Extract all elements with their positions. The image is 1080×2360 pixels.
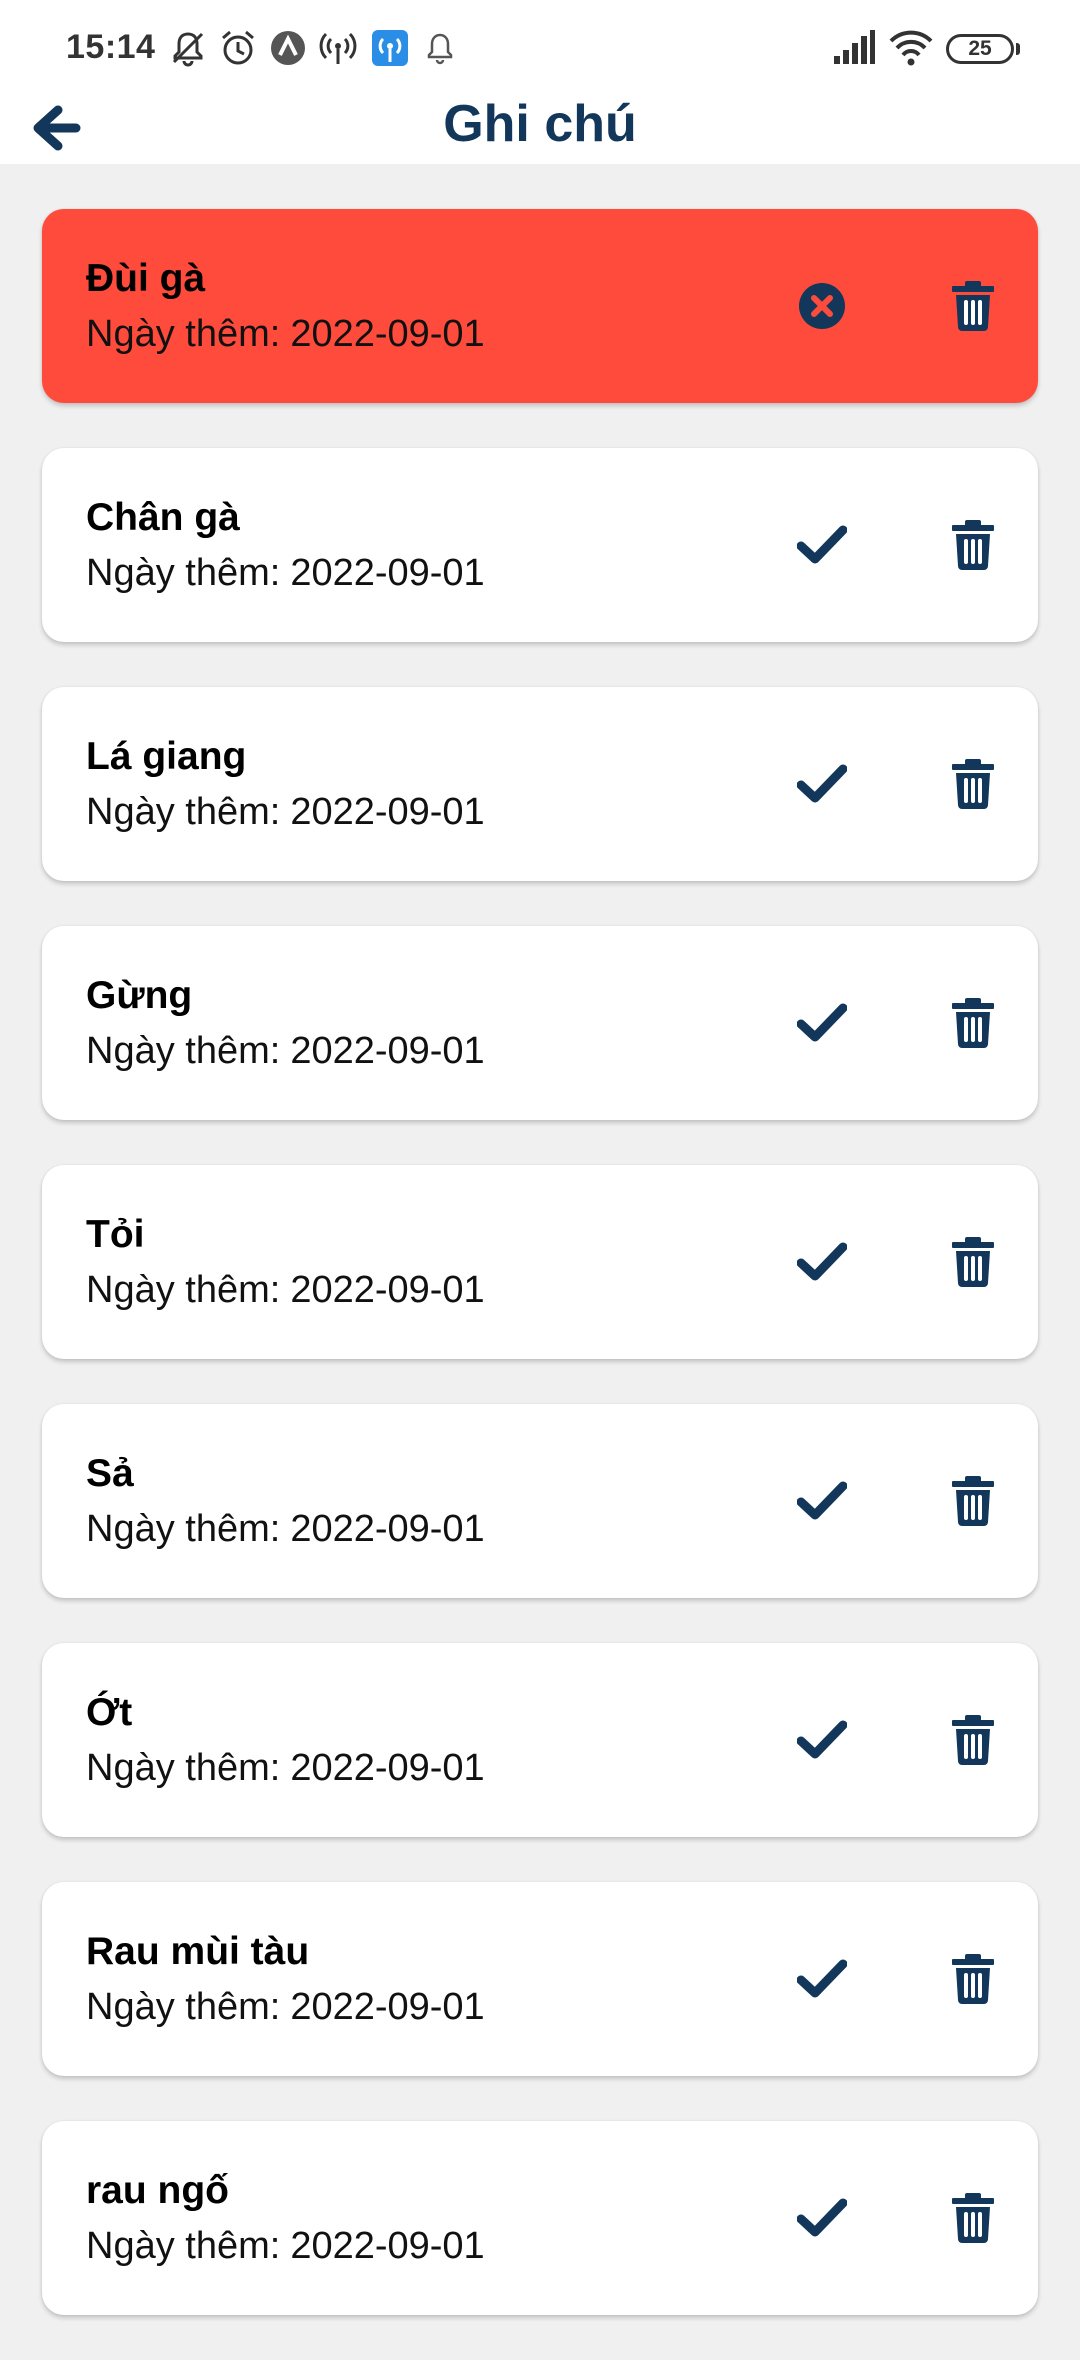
delete-button[interactable] bbox=[923, 973, 1023, 1073]
date-label: Ngày thêm: bbox=[86, 552, 281, 594]
check-icon bbox=[797, 2198, 847, 2237]
list-item[interactable]: Tỏi Ngày thêm: 2022-09-01 bbox=[42, 1165, 1038, 1359]
date-label: Ngày thêm: bbox=[86, 791, 281, 833]
item-name: Chân gà bbox=[86, 496, 240, 539]
item-name: Tỏi bbox=[86, 1213, 145, 1256]
toggle-status-button[interactable] bbox=[772, 1451, 872, 1551]
date-value: 2022-09-01 bbox=[290, 1269, 485, 1311]
toggle-status-button[interactable] bbox=[772, 495, 872, 595]
app-header: Ghi chú bbox=[0, 92, 1080, 164]
check-icon bbox=[797, 1959, 847, 1998]
toggle-status-button[interactable] bbox=[772, 256, 872, 356]
item-name: Đùi gà bbox=[86, 257, 206, 300]
trash-icon bbox=[952, 1476, 994, 1526]
trash-icon bbox=[952, 1237, 994, 1287]
status-time: 15:14 bbox=[66, 28, 156, 66]
battery-tip bbox=[1016, 43, 1020, 55]
toggle-status-button[interactable] bbox=[772, 2168, 872, 2268]
date-label: Ngày thêm: bbox=[86, 1508, 281, 1550]
item-date-line: Ngày thêm: 2022-09-01 bbox=[86, 1030, 485, 1073]
toggle-status-button[interactable] bbox=[772, 734, 872, 834]
list-item[interactable]: Chân gà Ngày thêm: 2022-09-01 bbox=[42, 448, 1038, 642]
list-item[interactable]: rau ngố Ngày thêm: 2022-09-01 bbox=[42, 2121, 1038, 2315]
item-date-line: Ngày thêm: 2022-09-01 bbox=[86, 1747, 485, 1790]
date-label: Ngày thêm: bbox=[86, 1747, 281, 1789]
item-list: Đùi gà Ngày thêm: 2022-09-01 Chân gà Ngày… bbox=[42, 209, 1038, 2360]
date-value: 2022-09-01 bbox=[290, 1986, 485, 2028]
item-name: Gừng bbox=[86, 974, 193, 1017]
trash-icon bbox=[952, 998, 994, 1048]
wifi-calling-icon bbox=[372, 30, 408, 66]
toggle-status-button[interactable] bbox=[772, 1690, 872, 1790]
check-icon bbox=[797, 1481, 847, 1520]
item-name: Lá giang bbox=[86, 735, 247, 778]
status-bar: 15:14 25 bbox=[0, 0, 1080, 92]
delete-button[interactable] bbox=[923, 1212, 1023, 1312]
date-label: Ngày thêm: bbox=[86, 1269, 281, 1311]
delete-button[interactable] bbox=[923, 1929, 1023, 2029]
date-label: Ngày thêm: bbox=[86, 2225, 281, 2267]
nav-icon bbox=[271, 31, 305, 65]
date-value: 2022-09-01 bbox=[290, 1030, 485, 1072]
toggle-status-button[interactable] bbox=[772, 1929, 872, 2029]
date-value: 2022-09-01 bbox=[290, 313, 485, 355]
item-date-line: Ngày thêm: 2022-09-01 bbox=[86, 1986, 485, 2029]
alarm-icon bbox=[222, 30, 254, 65]
item-name: Ớt bbox=[86, 1691, 133, 1734]
trash-icon bbox=[952, 1715, 994, 1765]
date-label: Ngày thêm: bbox=[86, 1030, 281, 1072]
list-item[interactable]: Rau mùi tàu Ngày thêm: 2022-09-01 bbox=[42, 1882, 1038, 2076]
close-circle-icon bbox=[799, 283, 845, 329]
list-item[interactable]: Gừng Ngày thêm: 2022-09-01 bbox=[42, 926, 1038, 1120]
list-item[interactable]: Ớt Ngày thêm: 2022-09-01 bbox=[42, 1643, 1038, 1837]
trash-icon bbox=[952, 1954, 994, 2004]
date-label: Ngày thêm: bbox=[86, 313, 281, 355]
item-date-line: Ngày thêm: 2022-09-01 bbox=[86, 1508, 485, 1551]
date-value: 2022-09-01 bbox=[290, 552, 485, 594]
date-label: Ngày thêm: bbox=[86, 1986, 281, 2028]
list-item[interactable]: Đùi gà Ngày thêm: 2022-09-01 bbox=[42, 209, 1038, 403]
battery-icon: 25 bbox=[946, 34, 1014, 64]
signal-icon bbox=[834, 30, 875, 64]
item-name: Rau mùi tàu bbox=[86, 1930, 310, 1973]
trash-icon bbox=[952, 520, 994, 570]
item-date-line: Ngày thêm: 2022-09-01 bbox=[86, 2225, 485, 2268]
mute-icon bbox=[172, 32, 204, 67]
item-date-line: Ngày thêm: 2022-09-01 bbox=[86, 1269, 485, 1312]
date-value: 2022-09-01 bbox=[290, 791, 485, 833]
delete-button[interactable] bbox=[923, 1690, 1023, 1790]
date-value: 2022-09-01 bbox=[290, 2225, 485, 2267]
check-icon bbox=[797, 1003, 847, 1042]
item-name: Sả bbox=[86, 1452, 134, 1495]
trash-icon bbox=[952, 759, 994, 809]
delete-button[interactable] bbox=[923, 1451, 1023, 1551]
toggle-status-button[interactable] bbox=[772, 973, 872, 1073]
item-date-line: Ngày thêm: 2022-09-01 bbox=[86, 791, 485, 834]
trash-icon bbox=[952, 281, 994, 331]
item-date-line: Ngày thêm: 2022-09-01 bbox=[86, 552, 485, 595]
delete-button[interactable] bbox=[923, 734, 1023, 834]
delete-button[interactable] bbox=[923, 495, 1023, 595]
date-value: 2022-09-01 bbox=[290, 1747, 485, 1789]
check-icon bbox=[797, 764, 847, 803]
check-icon bbox=[797, 525, 847, 564]
item-name: rau ngố bbox=[86, 2169, 229, 2212]
hotspot-icon bbox=[319, 32, 357, 64]
check-icon bbox=[797, 1242, 847, 1281]
page-title: Ghi chú bbox=[443, 95, 637, 153]
item-date-line: Ngày thêm: 2022-09-01 bbox=[86, 313, 485, 356]
delete-button[interactable] bbox=[923, 2168, 1023, 2268]
wifi-icon bbox=[889, 30, 933, 66]
list-item[interactable]: Lá giang Ngày thêm: 2022-09-01 bbox=[42, 687, 1038, 881]
trash-icon bbox=[952, 2193, 994, 2243]
delete-button[interactable] bbox=[923, 256, 1023, 356]
date-value: 2022-09-01 bbox=[290, 1508, 485, 1550]
list-item[interactable]: Sả Ngày thêm: 2022-09-01 bbox=[42, 1404, 1038, 1598]
toggle-status-button[interactable] bbox=[772, 1212, 872, 1312]
check-icon bbox=[797, 1720, 847, 1759]
bell-icon bbox=[427, 33, 453, 65]
